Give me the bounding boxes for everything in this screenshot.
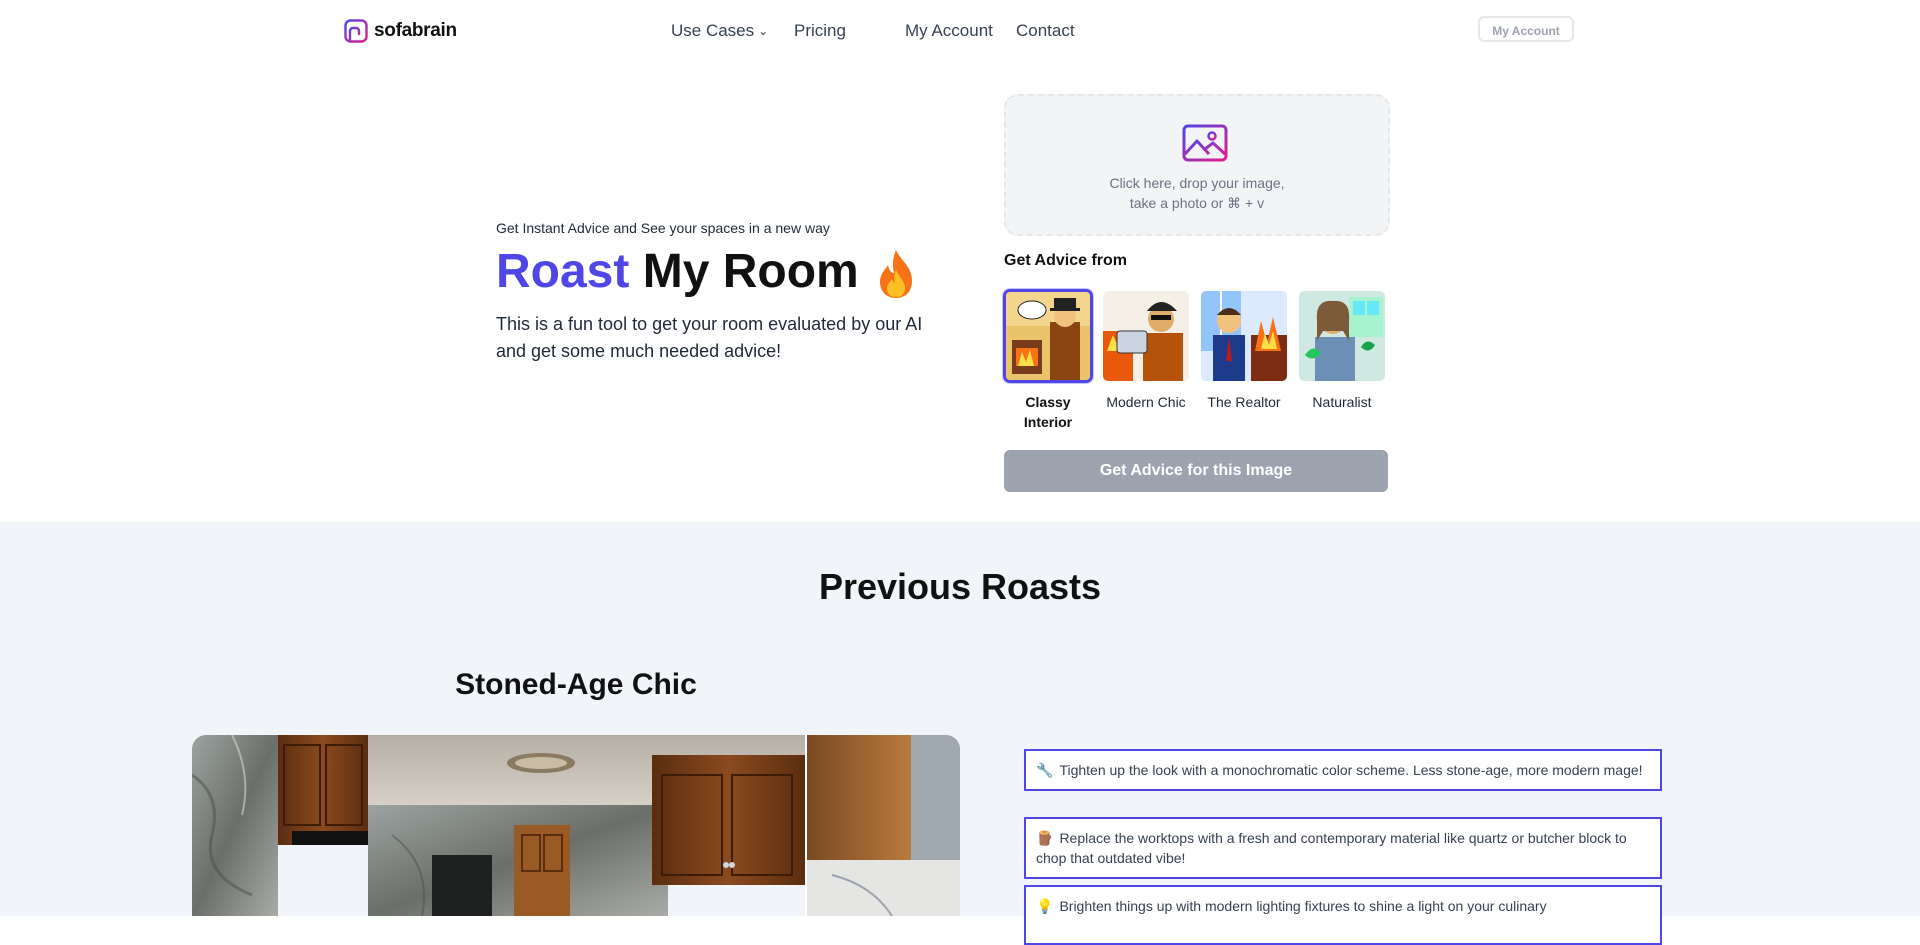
page-title-rest: My Room — [642, 245, 859, 298]
advice-from-label: Get Advice from — [1004, 252, 1127, 269]
my-account-button[interactable]: My Account — [1478, 16, 1574, 42]
roast-room-image — [192, 735, 960, 916]
hero-subtitle: Get Instant Advice and See your spaces i… — [496, 220, 830, 236]
persona-thumbnail — [1101, 289, 1191, 383]
wrench-icon: 🔧 — [1036, 762, 1054, 778]
hero-description: This is a fun tool to get your room eval… — [496, 314, 923, 361]
realtor-avatar-icon — [1201, 291, 1287, 381]
nav-my-account[interactable]: My Account — [905, 21, 993, 41]
chevron-down-icon: ⌄ — [758, 24, 769, 38]
roast-tip-text: Brighten things up with modern lighting … — [1059, 898, 1547, 914]
persona-name: The Realtor — [1207, 394, 1281, 410]
persona-thumbnail — [1003, 289, 1093, 383]
page-title-accent: Roast — [496, 245, 630, 298]
persona-classy-interior[interactable]: Classy Interior — [1001, 289, 1095, 432]
persona-thumbnail — [1297, 289, 1387, 383]
roast-tip: 🪵 Replace the worktops with a fresh and c… — [1024, 817, 1662, 879]
dropzone-line-1: Click here, drop your image, — [1109, 175, 1285, 191]
roast-tip-text: Tighten up the look with a monochromatic… — [1059, 762, 1643, 778]
nav-pricing[interactable]: Pricing — [794, 21, 846, 41]
get-advice-button[interactable]: Get Advice for this Image — [1004, 450, 1388, 492]
wood-icon: 🪵 — [1036, 830, 1054, 846]
roast-tip-text: Replace the worktops with a fresh and co… — [1036, 830, 1627, 866]
nav-use-cases-label: Use Cases — [671, 21, 755, 40]
persona-the-realtor[interactable]: The Realtor — [1197, 289, 1291, 412]
persona-name: Naturalist — [1312, 394, 1372, 410]
classy-interior-avatar-icon — [1006, 292, 1090, 380]
dropzone-instructions: Click here, drop your image, take a phot… — [1006, 173, 1388, 213]
image-upload-dropzone[interactable]: Click here, drop your image, take a phot… — [1004, 94, 1390, 236]
sofabrain-logo-icon — [344, 19, 368, 43]
persona-thumbnail — [1199, 289, 1289, 383]
image-icon — [1182, 124, 1228, 162]
brand-name: sofabrain — [374, 20, 457, 41]
previous-roasts-heading: Previous Roasts — [818, 566, 1102, 607]
roast-tip: 💡 Brighten things up with modern lighting… — [1024, 885, 1662, 945]
roast-title: Stoned-Age Chic — [455, 668, 697, 701]
top-nav: sofabrain Use Cases ⌄ Pricing My Account … — [0, 0, 1920, 64]
nav-use-cases[interactable]: Use Cases ⌄ — [671, 21, 768, 41]
persona-modern-chic[interactable]: Modern Chic — [1099, 289, 1193, 412]
dropzone-line-2: take a photo or ⌘ + v — [1129, 195, 1265, 211]
persona-naturalist[interactable]: Naturalist — [1295, 289, 1389, 412]
modern-chic-avatar-icon — [1103, 291, 1189, 381]
previous-roasts-section: Previous Roasts Stoned-Age Chic 🔧 Tighte… — [0, 522, 1920, 945]
fire-icon — [880, 250, 912, 298]
roast-tip: 🔧 Tighten up the look with a monochromati… — [1024, 749, 1662, 791]
lightbulb-icon: 💡 — [1036, 898, 1054, 914]
brand-logo[interactable]: sofabrain — [344, 19, 457, 43]
nav-contact[interactable]: Contact — [1016, 21, 1075, 41]
persona-name: Modern Chic — [1106, 394, 1186, 410]
persona-name: Classy Interior — [1023, 394, 1073, 430]
page-title: Roast My Room — [496, 244, 859, 299]
kitchen-photo — [192, 735, 960, 916]
naturalist-avatar-icon — [1299, 291, 1385, 381]
